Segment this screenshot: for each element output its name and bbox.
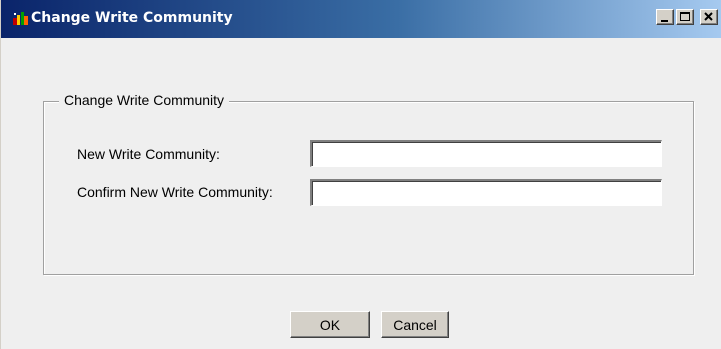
maximize-button[interactable] [676,9,694,25]
cancel-button[interactable]: Cancel [381,311,449,338]
minimize-button[interactable] [656,9,674,25]
group-legend: Change Write Community [59,91,230,109]
close-button[interactable] [700,9,718,25]
title-bar[interactable]: Change Write Community [1,0,721,38]
window-title: Change Write Community [31,10,233,26]
close-icon [704,12,713,21]
minimize-icon [661,20,668,22]
confirm-write-community-label: Confirm New Write Community: [77,184,273,200]
new-write-community-label: New Write Community: [77,146,220,162]
maximize-icon [680,12,690,21]
ok-button[interactable]: OK [290,311,370,338]
new-write-community-field[interactable] [310,140,662,167]
confirm-write-community-field[interactable] [310,179,662,206]
dialog-window: Change Write Community Change Write Comm… [0,0,721,349]
app-icon [13,12,28,25]
